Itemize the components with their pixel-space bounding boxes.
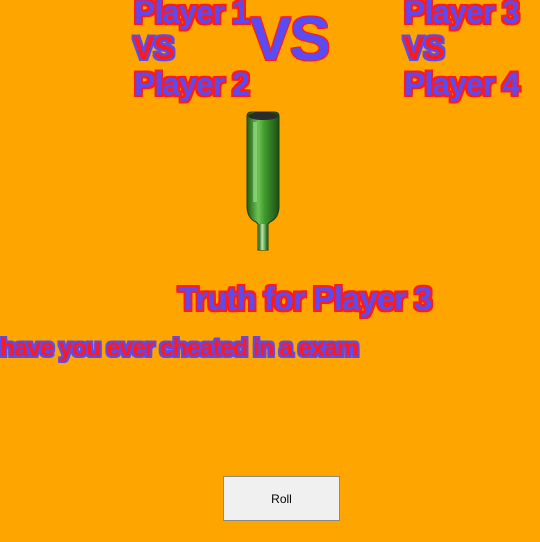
player-4-label: Player 4 bbox=[404, 66, 520, 102]
center-vs-label: VS bbox=[250, 5, 331, 74]
roll-button[interactable]: Roll bbox=[223, 476, 340, 521]
result-heading: Truth for Player 3 bbox=[178, 280, 432, 317]
truth-question: have you ever cheated in a exam bbox=[0, 334, 359, 362]
player-1-label: Player 1 bbox=[134, 0, 250, 30]
player-2-label: Player 2 bbox=[134, 66, 250, 102]
vs-left-label: VS bbox=[133, 30, 175, 66]
player-3-label: Player 3 bbox=[404, 0, 520, 30]
bottle-icon[interactable] bbox=[240, 110, 286, 254]
vs-right-label: VS bbox=[403, 30, 445, 66]
